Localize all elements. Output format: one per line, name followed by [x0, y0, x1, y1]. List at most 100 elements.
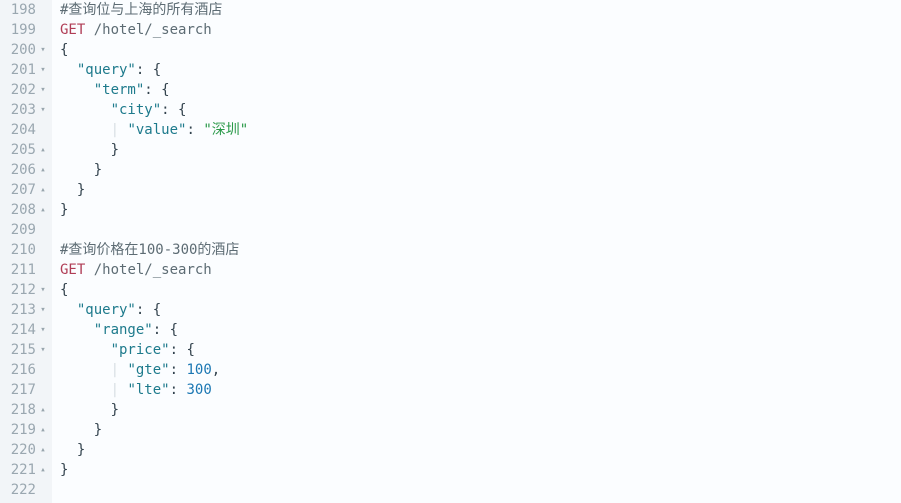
token: : {: [136, 302, 161, 318]
token: |: [111, 382, 119, 398]
gutter-line: 200▾: [0, 40, 48, 60]
line-number: 209: [8, 220, 38, 240]
line-number: 215: [8, 340, 38, 360]
gutter-line: 209: [0, 220, 48, 240]
code-line[interactable]: }: [60, 140, 901, 160]
gutter-line: 211: [0, 260, 48, 280]
code-line[interactable]: [60, 480, 901, 500]
gutter-line: 222: [0, 480, 48, 500]
code-line[interactable]: }: [60, 440, 901, 460]
token: #查询位与上海的所有酒店: [60, 2, 222, 18]
gutter-line: 221▴: [0, 460, 48, 480]
gutter-line: 214▾: [0, 320, 48, 340]
token: "query": [77, 302, 136, 318]
token: "gte": [127, 362, 169, 378]
code-line[interactable]: "query": {: [60, 300, 901, 320]
fold-close-icon[interactable]: ▴: [38, 140, 48, 160]
token: : {: [161, 102, 186, 118]
fold-open-icon[interactable]: ▾: [38, 60, 48, 80]
token: [60, 402, 111, 418]
fold-close-icon[interactable]: ▴: [38, 420, 48, 440]
code-line[interactable]: "price": {: [60, 340, 901, 360]
fold-open-icon[interactable]: ▾: [38, 280, 48, 300]
code-line[interactable]: }: [60, 160, 901, 180]
token: ,: [212, 362, 220, 378]
code-line[interactable]: {: [60, 280, 901, 300]
token: [60, 382, 111, 398]
code-line[interactable]: | "value": "深圳": [60, 120, 901, 140]
line-number: 198: [8, 0, 38, 20]
code-line[interactable]: GET /hotel/_search: [60, 260, 901, 280]
line-number: 212: [8, 280, 38, 300]
line-number: 208: [8, 200, 38, 220]
token: [60, 422, 94, 438]
token: #查询价格在100-300的酒店: [60, 242, 239, 258]
code-editor[interactable]: 198199200▾201▾202▾203▾204205▴206▴207▴208…: [0, 0, 901, 503]
line-number: 219: [8, 420, 38, 440]
token: "value": [127, 122, 186, 138]
gutter-line: 210: [0, 240, 48, 260]
fold-open-icon[interactable]: ▾: [38, 40, 48, 60]
code-line[interactable]: {: [60, 40, 901, 60]
gutter-line: 217: [0, 380, 48, 400]
fold-open-icon[interactable]: ▾: [38, 300, 48, 320]
token: [60, 82, 94, 98]
fold-close-icon[interactable]: ▴: [38, 180, 48, 200]
fold-close-icon[interactable]: ▴: [38, 400, 48, 420]
code-line[interactable]: GET /hotel/_search: [60, 20, 901, 40]
token: "range": [94, 322, 153, 338]
fold-close-icon[interactable]: ▴: [38, 200, 48, 220]
token: [60, 362, 111, 378]
gutter-line: 213▾: [0, 300, 48, 320]
gutter-line: 202▾: [0, 80, 48, 100]
fold-close-icon[interactable]: ▴: [38, 160, 48, 180]
token: :: [186, 122, 203, 138]
token: [60, 302, 77, 318]
token: [85, 22, 93, 38]
code-line[interactable]: }: [60, 180, 901, 200]
code-line[interactable]: | "gte": 100,: [60, 360, 901, 380]
token: "lte": [127, 382, 169, 398]
line-number: 207: [8, 180, 38, 200]
code-line[interactable]: }: [60, 200, 901, 220]
code-line[interactable]: [60, 220, 901, 240]
line-number: 205: [8, 140, 38, 160]
line-number: 202: [8, 80, 38, 100]
token: }: [111, 142, 119, 158]
line-number: 217: [8, 380, 38, 400]
line-number: 216: [8, 360, 38, 380]
code-line[interactable]: #查询位与上海的所有酒店: [60, 0, 901, 20]
token: [60, 442, 77, 458]
fold-close-icon[interactable]: ▴: [38, 440, 48, 460]
code-area[interactable]: #查询位与上海的所有酒店GET /hotel/_search{ "query":…: [52, 0, 901, 503]
fold-open-icon[interactable]: ▾: [38, 80, 48, 100]
code-line[interactable]: "range": {: [60, 320, 901, 340]
line-number: 211: [8, 260, 38, 280]
line-number: 199: [8, 20, 38, 40]
code-line[interactable]: }: [60, 420, 901, 440]
gutter-line: 206▴: [0, 160, 48, 180]
token: "query": [77, 62, 136, 78]
token: {: [60, 282, 68, 298]
code-line[interactable]: "term": {: [60, 80, 901, 100]
fold-open-icon[interactable]: ▾: [38, 100, 48, 120]
token: 300: [186, 382, 211, 398]
token: [85, 262, 93, 278]
fold-open-icon[interactable]: ▾: [38, 340, 48, 360]
code-line[interactable]: "city": {: [60, 100, 901, 120]
gutter-line: 208▴: [0, 200, 48, 220]
fold-open-icon[interactable]: ▾: [38, 320, 48, 340]
code-line[interactable]: | "lte": 300: [60, 380, 901, 400]
line-number: 218: [8, 400, 38, 420]
token: GET: [60, 262, 85, 278]
fold-close-icon[interactable]: ▴: [38, 460, 48, 480]
gutter-line: 201▾: [0, 60, 48, 80]
token: "city": [111, 102, 162, 118]
code-line[interactable]: }: [60, 460, 901, 480]
token: : {: [136, 62, 161, 78]
code-line[interactable]: }: [60, 400, 901, 420]
gutter-line: 215▾: [0, 340, 48, 360]
code-line[interactable]: "query": {: [60, 60, 901, 80]
code-line[interactable]: #查询价格在100-300的酒店: [60, 240, 901, 260]
token: |: [111, 122, 119, 138]
